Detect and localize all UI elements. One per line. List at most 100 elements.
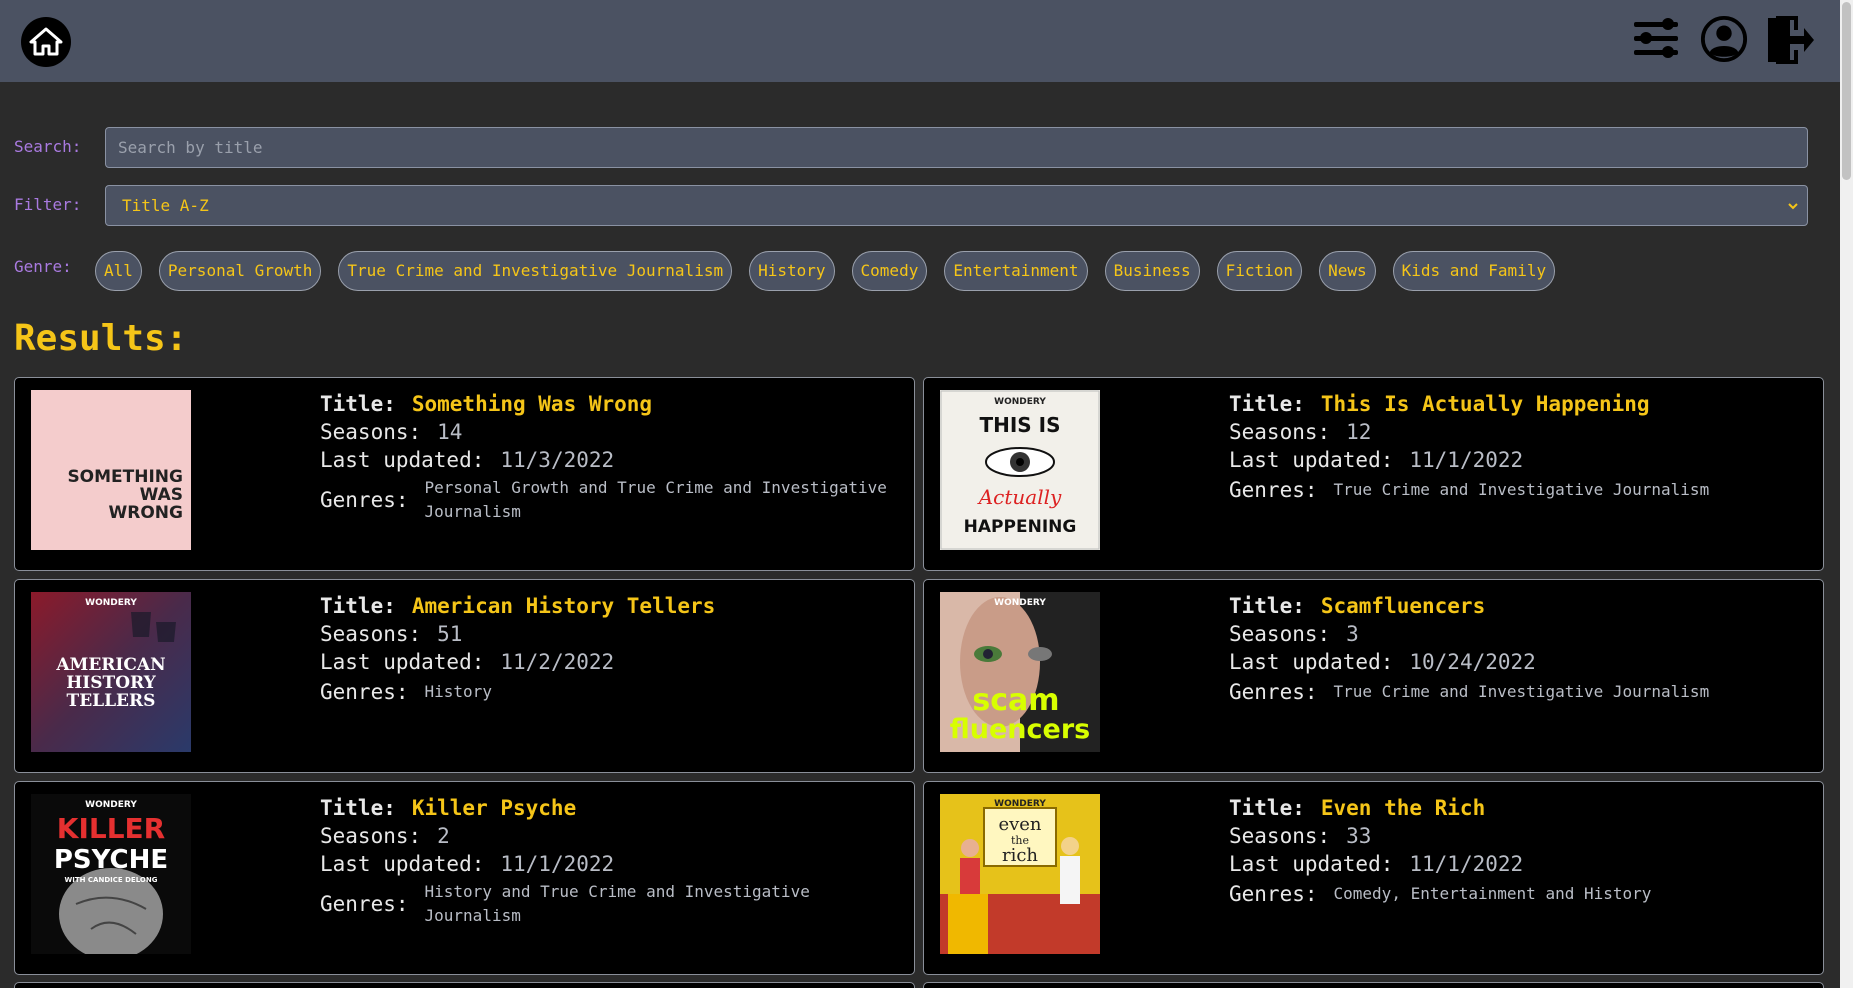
svg-text:fluencers: fluencers — [950, 714, 1090, 745]
podcast-card[interactable]: WONDERY THIS IS Actually HAPPENING Title… — [923, 377, 1824, 571]
logout-icon[interactable] — [1764, 14, 1816, 66]
seasons-label: Seasons: — [320, 622, 422, 646]
podcast-title: Something Was Wrong — [411, 392, 653, 416]
svg-text:WONDERY: WONDERY — [994, 799, 1046, 809]
podcast-updated: 11/3/2022 — [500, 448, 615, 472]
podcast-seasons: 51 — [437, 622, 463, 646]
search-input[interactable] — [105, 127, 1808, 168]
podcast-seasons: 2 — [437, 824, 450, 848]
podcast-card-partial[interactable] — [14, 982, 915, 988]
podcast-cover-image: WONDERY KILLER PSYCHE WITH CANDICE DELON… — [31, 794, 191, 954]
svg-text:WAS: WAS — [140, 485, 183, 505]
podcast-card[interactable]: SOMETHING WAS WRONG Title: Something Was … — [14, 377, 915, 571]
scrollbar-thumb[interactable] — [1842, 2, 1851, 180]
podcast-genres: True Crime and Investigative Journalism — [1333, 480, 1710, 499]
svg-text:TELLERS: TELLERS — [67, 691, 156, 711]
podcast-genres: History and True Crime and Investigative… — [424, 882, 810, 925]
genre-chip-personal-growth[interactable]: Personal Growth — [158, 251, 322, 291]
genres-label: Genres: — [320, 680, 409, 704]
podcast-title: Scamfluencers — [1320, 594, 1486, 618]
genres-label: Genres: — [1229, 680, 1318, 704]
scrollbar[interactable] — [1840, 0, 1853, 988]
genre-chip-business[interactable]: Business — [1104, 251, 1200, 291]
podcast-updated: 11/1/2022 — [1409, 852, 1524, 876]
podcast-title: This Is Actually Happening — [1320, 392, 1650, 416]
svg-text:Actually: Actually — [977, 485, 1062, 509]
genres-label: Genres: — [320, 892, 409, 916]
genre-chip-fiction[interactable]: Fiction — [1216, 251, 1303, 291]
svg-text:rich: rich — [1002, 845, 1038, 866]
svg-text:PSYCHE: PSYCHE — [54, 845, 168, 875]
podcast-cover-image: WONDERY scam fluencers — [940, 592, 1100, 752]
genre-label: Genre: — [14, 257, 72, 276]
genre-chip-entertainment[interactable]: Entertainment — [944, 251, 1088, 291]
podcast-card[interactable]: WONDERY AMERICAN HISTORY TELLERS Title: A… — [14, 579, 915, 773]
svg-text:HISTORY: HISTORY — [66, 673, 156, 693]
genre-chip-news[interactable]: News — [1319, 251, 1376, 291]
genre-chip-true-crime[interactable]: True Crime and Investigative Journalism — [338, 251, 733, 291]
podcast-cover-image: WONDERY AMERICAN HISTORY TELLERS — [31, 592, 191, 752]
sliders-icon[interactable] — [1632, 14, 1680, 64]
podcast-seasons: 3 — [1346, 622, 1359, 646]
podcast-card[interactable]: WONDERY KILLER PSYCHE WITH CANDICE DELON… — [14, 781, 915, 975]
podcast-updated: 11/1/2022 — [1409, 448, 1524, 472]
svg-text:WONDERY: WONDERY — [994, 598, 1046, 608]
seasons-label: Seasons: — [320, 824, 422, 848]
genres-label: Genres: — [1229, 882, 1318, 906]
podcast-card[interactable]: WONDERY scam fluencers Title: Scamfluence… — [923, 579, 1824, 773]
genre-chip-comedy[interactable]: Comedy — [851, 251, 928, 291]
podcast-title: American History Tellers — [411, 594, 716, 618]
genres-label: Genres: — [320, 488, 409, 512]
page: Search: Filter: Title A-Z Genre: All Per… — [0, 0, 1853, 988]
podcast-genres: Comedy, Entertainment and History — [1333, 884, 1652, 903]
podcast-title: Killer Psyche — [411, 796, 577, 820]
title-label: Title: — [1229, 594, 1305, 618]
title-label: Title: — [1229, 796, 1305, 820]
podcast-card-partial[interactable] — [923, 982, 1824, 988]
podcast-cover-image: WONDERY THIS IS Actually HAPPENING — [940, 390, 1100, 550]
svg-text:AMERICAN: AMERICAN — [55, 655, 165, 675]
updated-label: Last updated: — [320, 852, 485, 876]
genre-chips: All Personal Growth True Crime and Inves… — [95, 251, 1556, 291]
svg-text:SOMETHING: SOMETHING — [67, 467, 183, 487]
seasons-label: Seasons: — [1229, 824, 1331, 848]
podcast-info: Title: Something Was Wrong Seasons: 14 Las… — [320, 390, 890, 524]
filter-select[interactable]: Title A-Z — [105, 185, 1808, 226]
podcast-genres: History — [424, 682, 492, 701]
chevron-down-icon — [1788, 203, 1798, 210]
genre-chip-history[interactable]: History — [749, 251, 835, 291]
podcast-info: Title: Killer Psyche Seasons: 2 Last updat… — [320, 794, 890, 928]
podcast-card[interactable]: WONDERY even the rich Title: Even the Ric… — [923, 781, 1824, 975]
podcast-genres: True Crime and Investigative Journalism — [1333, 682, 1710, 701]
podcast-info: Title: Even the Rich Seasons: 33 Last upda… — [1229, 794, 1799, 908]
seasons-label: Seasons: — [320, 420, 422, 444]
podcast-cover-image: WONDERY even the rich — [940, 794, 1100, 954]
svg-text:WRONG: WRONG — [109, 503, 183, 523]
podcast-seasons: 33 — [1346, 824, 1372, 848]
title-label: Title: — [320, 594, 396, 618]
podcast-seasons: 12 — [1346, 420, 1372, 444]
podcast-updated: 10/24/2022 — [1409, 650, 1536, 674]
svg-text:WITH CANDICE DELONG: WITH CANDICE DELONG — [65, 876, 158, 884]
updated-label: Last updated: — [1229, 650, 1394, 674]
updated-label: Last updated: — [1229, 852, 1394, 876]
seasons-label: Seasons: — [1229, 420, 1331, 444]
svg-text:KILLER: KILLER — [57, 812, 166, 845]
genre-chip-all[interactable]: All — [95, 251, 142, 291]
svg-text:WONDERY: WONDERY — [85, 800, 137, 810]
svg-text:scam: scam — [972, 683, 1059, 718]
podcast-updated: 11/1/2022 — [500, 852, 615, 876]
filter-selected-value: Title A-Z — [122, 196, 209, 215]
user-circle-icon[interactable] — [1700, 14, 1748, 64]
seasons-label: Seasons: — [1229, 622, 1331, 646]
home-icon[interactable] — [21, 17, 71, 67]
podcast-cover-image: SOMETHING WAS WRONG — [31, 390, 191, 550]
svg-text:even: even — [998, 814, 1041, 835]
genre-chip-kids-and-family[interactable]: Kids and Family — [1392, 251, 1556, 291]
svg-text:WONDERY: WONDERY — [994, 397, 1046, 407]
svg-text:HAPPENING: HAPPENING — [964, 517, 1077, 537]
svg-text:WONDERY: WONDERY — [85, 598, 137, 608]
podcast-updated: 11/2/2022 — [500, 650, 615, 674]
title-label: Title: — [1229, 392, 1305, 416]
podcast-info: Title: This Is Actually Happening Seasons… — [1229, 390, 1799, 504]
